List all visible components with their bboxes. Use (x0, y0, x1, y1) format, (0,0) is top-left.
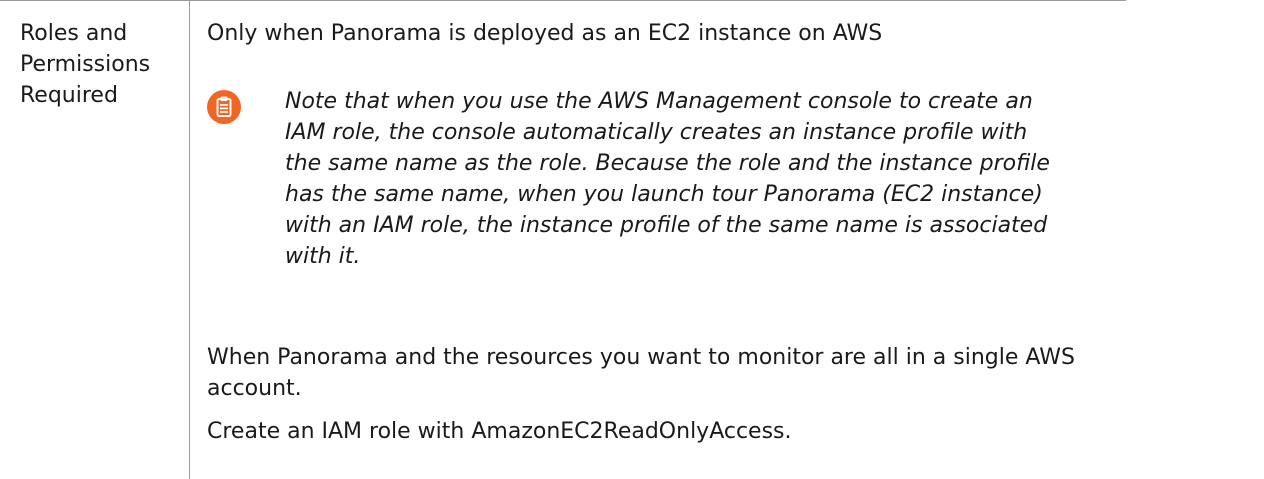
note-line: Note that when you use the AWS Managemen… (285, 89, 1033, 114)
note-line: has the same name, when you launch tour … (285, 182, 1043, 207)
note-line: the same name as the role. Because the r… (285, 151, 1050, 176)
column-divider (189, 0, 190, 479)
clipboard-note-icon (207, 90, 241, 124)
note-callout: Note that when you use the AWS Managemen… (207, 86, 1247, 342)
intro-paragraph: Only when Panorama is deployed as an EC2… (207, 21, 883, 46)
note-line: IAM role, the console automatically crea… (285, 120, 1028, 145)
note-line: with an IAM role, the instance profile o… (285, 213, 1048, 238)
row-header-line: Roles and (20, 21, 128, 46)
table-top-border (0, 0, 1126, 1)
condition-paragraph: When Panorama and the resources you want… (207, 342, 1247, 404)
row-header-line: Required (20, 83, 118, 108)
action-paragraph: Create an IAM role with AmazonEC2ReadOnl… (207, 419, 792, 444)
note-line: with it. (285, 244, 361, 269)
condition-line: account. (207, 376, 302, 401)
row-content-cell: Only when Panorama is deployed as an EC2… (207, 18, 1247, 447)
condition-line: When Panorama and the resources you want… (207, 345, 1075, 370)
row-header-line: Permissions (20, 52, 151, 77)
row-header: Roles and Permissions Required (20, 18, 180, 111)
note-text: Note that when you use the AWS Managemen… (285, 86, 1050, 272)
